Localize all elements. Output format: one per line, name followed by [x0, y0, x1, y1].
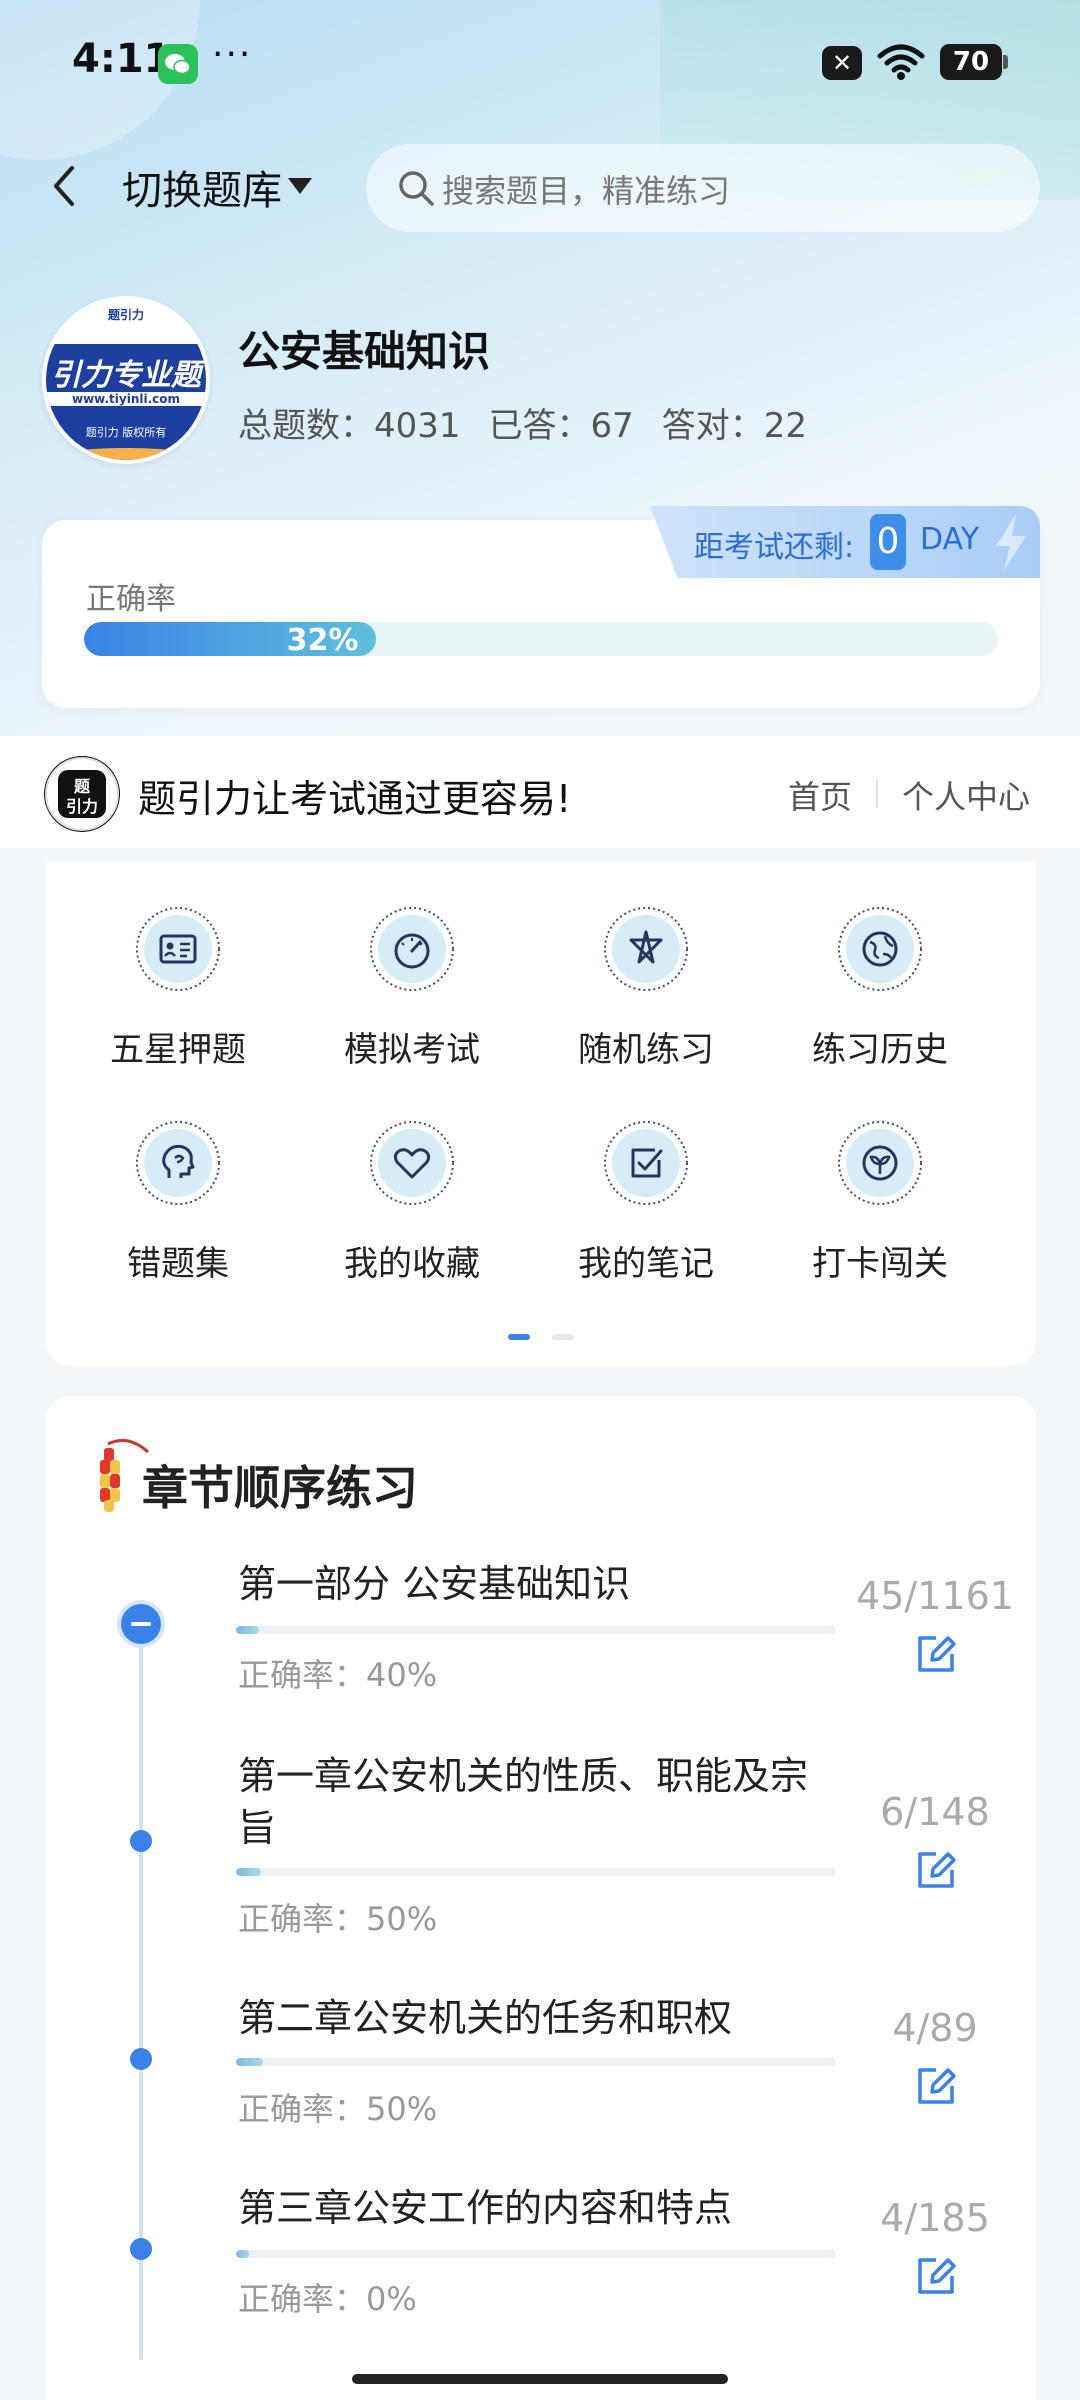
note-check-icon: [604, 1121, 688, 1205]
wechat-notification-icon: [158, 44, 198, 84]
more-notifications-icon: ···: [212, 34, 253, 75]
chapter-row-accuracy: 正确率：50%: [238, 2090, 438, 2128]
grid-item-check-in[interactable]: 打卡闯关: [770, 1120, 990, 1300]
grid-item-random-practice[interactable]: 随机练习: [536, 906, 756, 1086]
chapter-row-progress-fill: [236, 2250, 250, 2258]
search-input[interactable]: 搜索题目，精准练习: [366, 144, 1040, 232]
question-bank-logo: 题引力 引力专业题 www.tiyinli.com 题引力 版权所有: [42, 296, 210, 464]
grid-item-favorites[interactable]: 我的收藏: [302, 1120, 522, 1300]
answered-count: 已答：67: [488, 406, 634, 446]
chapter-row-accuracy: 正确率：50%: [238, 1900, 438, 1938]
home-indicator[interactable]: [352, 2374, 728, 2384]
subject-stats: 总题数：4031 已答：67 答对：22: [238, 398, 835, 447]
chapter-row-progress: [236, 2250, 836, 2258]
grid-label-wrong-questions: 错题集: [127, 1244, 229, 1284]
page-indicator-active: [508, 1334, 530, 1340]
timeline-node: [130, 2048, 152, 2070]
head-icon: [136, 1121, 220, 1205]
back-arrow-icon[interactable]: [44, 160, 84, 212]
chapter-row-accuracy: 正确率：0%: [238, 2280, 417, 2318]
chapter-row-count: 4/185: [880, 2196, 990, 2240]
logo-title-text: 引力专业题: [51, 358, 201, 393]
speedometer-icon: [370, 907, 454, 991]
timeline-node: [130, 2238, 152, 2260]
function-grid: 五星押题 模拟考试 随机练习 练习历史 错题集 我的收藏 我的笔记 打卡闯关: [46, 862, 1036, 1366]
edit-icon[interactable]: [914, 1848, 958, 1892]
accuracy-progress-fill: 32%: [84, 622, 377, 656]
link-divider: [876, 780, 878, 808]
status-time: 4:11: [72, 36, 172, 82]
logo-brand-text: 题引力: [107, 308, 144, 322]
chapter-row-progress-fill: [236, 1868, 261, 1876]
wifi-icon: [877, 44, 925, 80]
accuracy-percent: 32%: [286, 623, 359, 656]
correct-count: 答对：22: [661, 406, 808, 446]
grid-label-notes: 我的笔记: [578, 1244, 714, 1284]
edit-icon[interactable]: [914, 2064, 958, 2108]
chapter-practice-title: 章节顺序练习: [142, 1461, 418, 1515]
countdown-label: 距考试还剩:: [694, 530, 855, 565]
search-icon: [399, 171, 434, 206]
grid-item-practice-history[interactable]: 练习历史: [770, 906, 990, 1086]
id-card-icon: [136, 907, 220, 991]
timeline-node: [130, 1830, 152, 1852]
exam-countdown-badge: 距考试还剩: 0 DAY: [650, 506, 1040, 578]
chapter-row-title[interactable]: 第一章公安机关的性质、职能及宗旨: [238, 1750, 838, 1854]
logo-footer-text: 题引力 版权所有: [46, 420, 206, 460]
profile-link[interactable]: 个人中心: [902, 772, 1030, 818]
chapter-row-progress: [236, 1626, 836, 1634]
subject-title: 公安基础知识: [238, 327, 491, 376]
countdown-unit: DAY: [920, 522, 980, 557]
promo-bar: 题 引力 题引力让考试通过更容易! 首页 个人中心: [0, 736, 1080, 848]
lightning-icon: [996, 514, 1026, 570]
chapter-row-progress-fill: [236, 1626, 260, 1634]
chapter-row-count: 4/89: [892, 2006, 978, 2050]
chapter-row-progress: [236, 1868, 836, 1876]
sprout-icon: [838, 1121, 922, 1205]
grid-item-five-star[interactable]: 五星押题: [68, 906, 288, 1086]
battery-indicator: 70: [940, 44, 1008, 80]
countdown-value: 0: [870, 514, 906, 570]
random-icon: [604, 907, 688, 991]
close-badge-icon: ✕: [822, 46, 862, 80]
switch-question-bank-button[interactable]: 切换题库: [122, 158, 282, 216]
edit-icon[interactable]: [914, 1632, 958, 1676]
grid-label-five-star: 五星押题: [110, 1030, 246, 1070]
chapter-row-title[interactable]: 第三章公安工作的内容和特点: [238, 2182, 838, 2234]
svg-text:引力: 引力: [66, 797, 98, 816]
grid-label-favorites: 我的收藏: [344, 1244, 480, 1284]
chapter-row-count: 45/1161: [856, 1574, 1014, 1618]
grid-item-mock-exam[interactable]: 模拟考试: [302, 906, 522, 1086]
home-link[interactable]: 首页: [788, 772, 852, 818]
edit-icon[interactable]: [914, 2254, 958, 2298]
search-placeholder: 搜索题目，精准练习: [442, 172, 731, 210]
accuracy-progress-bar: 32%: [84, 622, 998, 656]
collapse-toggle-icon[interactable]: [121, 1604, 161, 1644]
chapter-row-count: 6/148: [880, 1790, 990, 1834]
svg-text:题: 题: [74, 778, 91, 796]
chapter-row-progress: [236, 2058, 836, 2066]
tiyinli-brand-icon: 题 引力: [44, 756, 120, 832]
grid-label-random-practice: 随机练习: [578, 1030, 714, 1070]
promo-slogan: 题引力让考试通过更容易!: [138, 777, 572, 821]
heart-icon: [370, 1121, 454, 1205]
grid-item-notes[interactable]: 我的笔记: [536, 1120, 756, 1300]
logo-url-text: www.tiyinli.com: [46, 392, 206, 406]
accuracy-label: 正确率: [86, 582, 176, 617]
grid-label-practice-history: 练习历史: [812, 1030, 948, 1070]
chapter-row-accuracy: 正确率：40%: [238, 1656, 438, 1694]
grid-label-mock-exam: 模拟考试: [344, 1030, 480, 1070]
globe-icon: [838, 907, 922, 991]
grid-item-wrong-questions[interactable]: 错题集: [68, 1120, 288, 1300]
chapter-row-title[interactable]: 第一部分 公安基础知识: [238, 1558, 838, 1610]
page-indicator-inactive: [552, 1334, 574, 1340]
chapter-row-progress-fill: [236, 2058, 263, 2066]
total-count: 总题数：4031: [238, 406, 461, 446]
caret-down-icon[interactable]: [286, 176, 314, 196]
grid-label-check-in: 打卡闯关: [812, 1244, 948, 1284]
chapter-row-title[interactable]: 第二章公安机关的任务和职权: [238, 1992, 838, 2044]
